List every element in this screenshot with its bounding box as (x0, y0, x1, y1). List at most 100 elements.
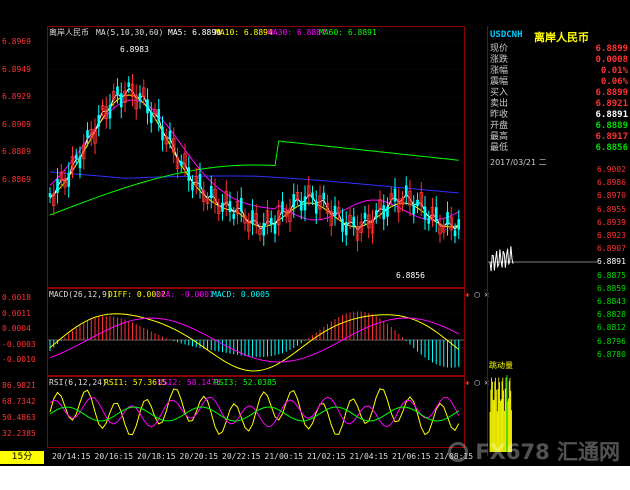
tick-chart-y-tick: 6.8796 (597, 336, 626, 346)
candle-body (119, 93, 123, 108)
price-y-tick: 6.8909 (2, 119, 31, 129)
candle-body (191, 182, 194, 191)
quote-row: 最低 6.8856 (488, 143, 630, 154)
time-tick: 20/16:15 (94, 452, 134, 461)
add-icon[interactable]: ✚ (465, 290, 470, 299)
quote-value: 0.0008 (595, 55, 628, 65)
candle-body (251, 210, 254, 225)
macd-y-tick: -0.0010 (2, 355, 36, 364)
candle-body (457, 219, 461, 230)
candle-body (322, 192, 326, 200)
quote-label: 卖出 (490, 99, 509, 109)
quote-value: 6.8889 (595, 121, 628, 131)
candle-body (221, 202, 224, 212)
macd-y-tick: 0.0018 (2, 293, 31, 302)
tick-chart-y-tick: 6.8939 (597, 217, 626, 227)
add-icon[interactable]: ✚ (465, 378, 470, 387)
time-tick: 21/02:15 (307, 452, 346, 461)
candle-body (341, 218, 344, 232)
price-y-tick: 6.8929 (2, 92, 31, 101)
candle-body (416, 199, 419, 207)
window-icon[interactable]: ▢ (475, 378, 480, 387)
candle-body (168, 130, 172, 140)
price-y-tick: 6.8949 (2, 64, 31, 74)
tick-chart-y-tick: 6.8970 (597, 191, 626, 201)
tick-chart-y-tick: 6.8955 (597, 204, 626, 214)
candle-body (78, 156, 82, 169)
candle-body (311, 192, 314, 199)
candle-body (157, 109, 161, 122)
quote-value: 6.8856 (595, 143, 628, 153)
candle-body (149, 111, 153, 123)
tick-chart-y-tick: 6.8891 (597, 257, 626, 267)
quote-value: 6.8921 (595, 99, 628, 109)
candle-body (74, 154, 78, 159)
candle-body (232, 213, 236, 219)
candle-body (344, 222, 348, 236)
candle-body (382, 205, 386, 220)
macd-macd-value: MACD: 0.0005 (212, 290, 270, 299)
candle-body (333, 205, 337, 217)
quote-row: 现价 6.8899 (488, 44, 630, 55)
tick-chart-y-tick: 6.8923 (597, 231, 626, 240)
watermark-text: FX678 汇通网 (475, 440, 620, 464)
candle-body (48, 193, 52, 198)
candle-body (281, 201, 284, 213)
window-icon[interactable]: ▢ (475, 290, 480, 299)
macd-settings-label[interactable]: MACD(26,12,9) (49, 290, 112, 300)
candle-body (292, 193, 296, 208)
candle-body (239, 198, 243, 212)
sidebar-date: 2017/03/21 二 (490, 158, 547, 167)
fx678-logo-icon (448, 442, 468, 462)
candle-body (453, 230, 457, 237)
tick-chart-y-tick: 6.8875 (597, 270, 626, 280)
rsi-panel-controls[interactable]: ✚ ▢ ✕ (465, 378, 489, 387)
quote-value: 6.8899 (595, 88, 628, 98)
price-y-tick: 6.8969 (2, 37, 31, 46)
candle-body (86, 130, 89, 139)
quote-label: 最高 (490, 132, 509, 142)
candle-body (262, 222, 266, 236)
macd-y-tick: 0.0004 (2, 324, 31, 333)
quote-row: 最高 6.8917 (488, 132, 630, 143)
period-selector[interactable]: 15分 (0, 451, 44, 464)
candle-body (404, 185, 408, 196)
quote-row: 开盘 6.8889 (488, 121, 630, 132)
candle-body (273, 224, 277, 234)
page-footer (0, 466, 630, 490)
time-tick: 21/00:15 (264, 452, 304, 461)
tick-chart-y-tick: 6.9002 (597, 165, 626, 174)
macd-panel-controls[interactable]: ✚ ▢ ✕ (465, 290, 489, 299)
candle-body (446, 211, 449, 226)
rsi-y-tick: 86.9821 (2, 381, 36, 390)
high-marker-label: 6.8983 (120, 45, 149, 54)
rsi-settings-label[interactable]: RSI(6,12,24) (49, 378, 107, 388)
quote-label: 涨跌 (490, 55, 509, 65)
candle-body (161, 126, 164, 141)
macd-panel-frame (47, 288, 465, 376)
candle-body (363, 212, 367, 219)
rsi-y-tick: 68.7342 (2, 397, 36, 406)
candle-body (434, 207, 438, 222)
candle-body (352, 216, 356, 227)
candle-body (108, 104, 112, 119)
time-tick: 20/20:15 (179, 452, 219, 461)
candle-body (314, 200, 318, 214)
time-tick: 21/06:15 (392, 452, 431, 461)
macd-y-tick: -0.0003 (2, 339, 36, 349)
watermark: FX678 汇通网 (448, 436, 620, 466)
candle-body (97, 115, 101, 127)
price-y-tick: 6.8869 (2, 174, 31, 184)
candle-body (209, 185, 213, 199)
time-tick: 20/14:15 (52, 452, 91, 461)
candle-body (198, 173, 202, 188)
candle-body (67, 173, 71, 187)
quote-label: 震幅 (490, 77, 509, 87)
quote-row: 昨收 6.8891 (488, 110, 630, 121)
candle-body (303, 196, 307, 211)
quote-label: 开盘 (490, 121, 509, 131)
candle-body (138, 93, 142, 101)
macd-y-tick: 0.0011 (2, 308, 31, 318)
candle-body (386, 206, 389, 217)
volume-label: 跳动量 (489, 361, 513, 370)
